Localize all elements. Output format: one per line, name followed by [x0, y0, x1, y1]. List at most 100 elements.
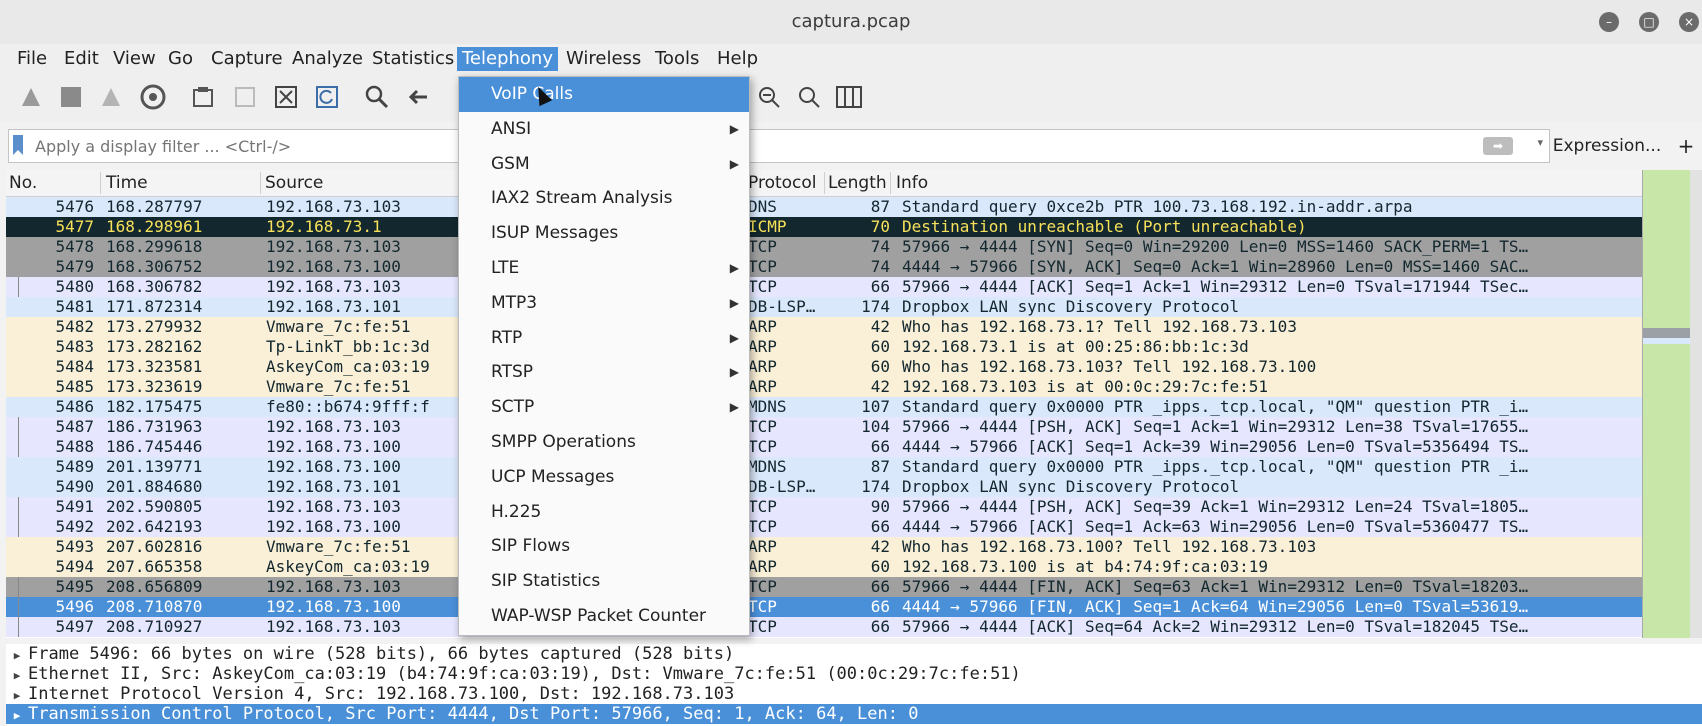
column-no[interactable]: No.	[9, 173, 37, 193]
menu-item-rtsp[interactable]: RTSP ▶	[459, 355, 749, 390]
menu-item-sctp[interactable]: SCTP ▶	[459, 390, 749, 425]
bookmark-icon[interactable]	[13, 135, 23, 155]
menu-item-gsm[interactable]: GSM ▶	[459, 147, 749, 182]
table-row[interactable]: 5489 201.139771 192.168.73.100 MDNS 87 Standa…	[6, 457, 1642, 477]
menu-tools[interactable]: Tools	[650, 47, 704, 71]
minimize-button[interactable]: –	[1599, 12, 1619, 32]
go-back-icon[interactable]	[403, 82, 433, 112]
table-row[interactable]: 5479 168.306752 192.168.73.100 TCP 74 4444 → …	[6, 257, 1642, 277]
table-row[interactable]: 5482 173.279932 Vmware_7c:fe:51 ARP 42 Who ha…	[6, 317, 1642, 337]
table-row[interactable]: 5495 208.656809 192.168.73.103 TCP 66 57966 →…	[6, 577, 1642, 597]
reload-file-icon[interactable]	[312, 82, 342, 112]
menu-item-h-225[interactable]: H.225	[459, 495, 749, 530]
table-row[interactable]: 5480 168.306782 192.168.73.103 TCP 66 57966 →…	[6, 277, 1642, 297]
save-file-icon[interactable]	[230, 82, 260, 112]
menu-edit[interactable]: Edit	[59, 47, 104, 71]
restart-capture-icon[interactable]	[96, 82, 126, 112]
table-row[interactable]: 5485 173.323619 Vmware_7c:fe:51 ARP 42 192.16…	[6, 377, 1642, 397]
table-row[interactable]: 5478 168.299618 192.168.73.103 TCP 74 57966 →…	[6, 237, 1642, 257]
menu-item-wap-wsp-packet-counter[interactable]: WAP-WSP Packet Counter	[459, 599, 749, 634]
table-row[interactable]: 5477 168.298961 192.168.73.1 ICMP 70 Destinat…	[6, 217, 1642, 237]
detail-tree-item[interactable]: ▶ Frame 5496: 66 bytes on wire (528 bits)…	[6, 644, 1702, 664]
column-source[interactable]: Source	[265, 173, 323, 193]
menu-analyze[interactable]: Analyze	[287, 47, 368, 71]
submenu-arrow-icon: ▶	[729, 295, 739, 310]
filter-history-chevron-icon[interactable]: ▾	[1537, 136, 1543, 149]
table-row[interactable]: 5488 186.745446 192.168.73.100 TCP 66 4444 → …	[6, 437, 1642, 457]
cell-proto: DNS	[748, 197, 777, 216]
detail-tree-item[interactable]: ▶ Ethernet II, Src: AskeyCom_ca:03:19 (b4…	[6, 664, 1702, 684]
table-row[interactable]: 5494 207.665358 AskeyCom_ca:03:19 ARP 60 192.…	[6, 557, 1642, 577]
stop-capture-icon[interactable]	[56, 82, 86, 112]
menu-item-rtp[interactable]: RTP ▶	[459, 321, 749, 356]
menu-item-isup-messages[interactable]: ISUP Messages	[459, 216, 749, 251]
related-packet-guide	[18, 497, 19, 517]
table-row[interactable]: 5483 173.282162 Tp-LinkT_bb:1c:3d ARP 60 192.…	[6, 337, 1642, 357]
cell-len: 60	[870, 357, 890, 376]
zoom-reset-icon[interactable]	[794, 82, 824, 112]
table-row[interactable]: 5481 171.872314 192.168.73.101 DB-LSP… 174 Dr…	[6, 297, 1642, 317]
menu-wireless[interactable]: Wireless	[561, 47, 646, 71]
expand-triangle-icon[interactable]: ▶	[6, 666, 28, 686]
menu-item-lte[interactable]: LTE ▶	[459, 251, 749, 286]
cell-len: 42	[870, 537, 890, 556]
find-packet-icon[interactable]	[362, 82, 392, 112]
cell-no: 5496	[55, 597, 94, 616]
close-file-icon[interactable]	[271, 82, 301, 112]
menu-item-smpp-operations[interactable]: SMPP Operations	[459, 425, 749, 460]
menu-item-sip-statistics[interactable]: SIP Statistics	[459, 564, 749, 599]
menu-item-label: UCP Messages	[491, 466, 615, 487]
detail-tree-item[interactable]: ▶ Internet Protocol Version 4, Src: 192.1…	[6, 684, 1702, 704]
menu-item-ucp-messages[interactable]: UCP Messages	[459, 460, 749, 495]
menu-telephony[interactable]: Telephony	[457, 47, 558, 71]
expression-button[interactable]: Expression...	[1546, 131, 1668, 161]
table-row[interactable]: 5492 202.642193 192.168.73.100 TCP 66 4444 → …	[6, 517, 1642, 537]
apply-filter-icon[interactable]: ➡	[1483, 137, 1513, 155]
menu-go[interactable]: Go	[163, 47, 198, 71]
column-time[interactable]: Time	[106, 173, 148, 193]
packet-minimap[interactable]	[1642, 170, 1691, 638]
column-length[interactable]: Length	[828, 173, 887, 193]
expand-triangle-icon[interactable]: ▶	[6, 686, 28, 706]
table-row[interactable]: 5487 186.731963 192.168.73.103 TCP 104 57966 …	[6, 417, 1642, 437]
resize-columns-icon[interactable]	[834, 82, 864, 112]
related-packet-guide	[18, 597, 19, 617]
cell-proto: TCP	[748, 237, 777, 256]
column-protocol[interactable]: Protocol	[748, 173, 817, 193]
menu-item-voip-calls[interactable]: VoIP Calls	[459, 77, 749, 112]
related-packet-guide	[18, 417, 19, 437]
cell-proto: TCP	[748, 597, 777, 616]
menu-item-sip-flows[interactable]: SIP Flows	[459, 529, 749, 564]
maximize-button[interactable]: □	[1639, 12, 1659, 32]
menu-item-iax2-stream-analysis[interactable]: IAX2 Stream Analysis	[459, 181, 749, 216]
start-capture-icon[interactable]	[16, 82, 46, 112]
table-row[interactable]: 5490 201.884680 192.168.73.101 DB-LSP… 174 Dr…	[6, 477, 1642, 497]
menu-statistics[interactable]: Statistics	[367, 47, 459, 71]
table-row[interactable]: 5496 208.710870 192.168.73.100 TCP 66 4444 → …	[6, 597, 1642, 617]
menu-capture[interactable]: Capture	[206, 47, 288, 71]
related-packet-guide	[18, 517, 19, 537]
expand-triangle-icon[interactable]: ▶	[6, 706, 28, 726]
menu-item-mtp3[interactable]: MTP3 ▶	[459, 286, 749, 321]
menu-item-ansi[interactable]: ANSI ▶	[459, 112, 749, 147]
close-button[interactable]: ×	[1679, 12, 1699, 32]
table-row[interactable]: 5484 173.323581 AskeyCom_ca:03:19 ARP 60 Who …	[6, 357, 1642, 377]
expand-triangle-icon[interactable]: ▶	[6, 646, 28, 666]
menu-file[interactable]: File	[12, 47, 52, 71]
capture-options-icon[interactable]	[138, 82, 168, 112]
zoom-out-icon[interactable]	[754, 82, 784, 112]
telephony-menu: VoIP Calls ANSI ▶ GSM ▶ IAX2 Stream Analysis I…	[458, 76, 750, 636]
open-file-icon[interactable]	[188, 82, 218, 112]
menu-view[interactable]: View	[108, 47, 161, 71]
table-row[interactable]: 5493 207.602816 Vmware_7c:fe:51 ARP 42 Who ha…	[6, 537, 1642, 557]
add-filter-button[interactable]: +	[1674, 131, 1698, 161]
packet-list-scrollbar[interactable]	[1690, 170, 1702, 638]
table-row[interactable]: 5486 182.175475 fe80::b674:9fff:f MDNS 107 St…	[6, 397, 1642, 417]
table-row[interactable]: 5491 202.590805 192.168.73.103 TCP 90 57966 →…	[6, 497, 1642, 517]
related-packet-guide	[18, 617, 19, 637]
column-info[interactable]: Info	[896, 173, 928, 193]
table-row[interactable]: 5497 208.710927 192.168.73.103 TCP 66 57966 →…	[6, 617, 1642, 637]
table-row[interactable]: 5476 168.287797 192.168.73.103 DNS 87 Standar…	[6, 197, 1642, 217]
menu-help[interactable]: Help	[712, 47, 763, 71]
detail-tree-item[interactable]: ▶ Transmission Control Protocol, Src Port…	[6, 704, 1702, 724]
